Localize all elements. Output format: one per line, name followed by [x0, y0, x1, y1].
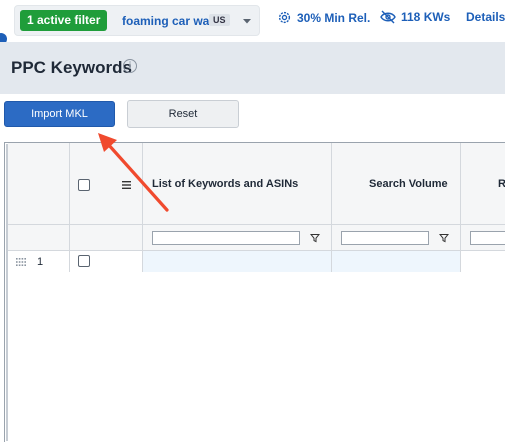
annotation-arrow: [98, 133, 169, 212]
